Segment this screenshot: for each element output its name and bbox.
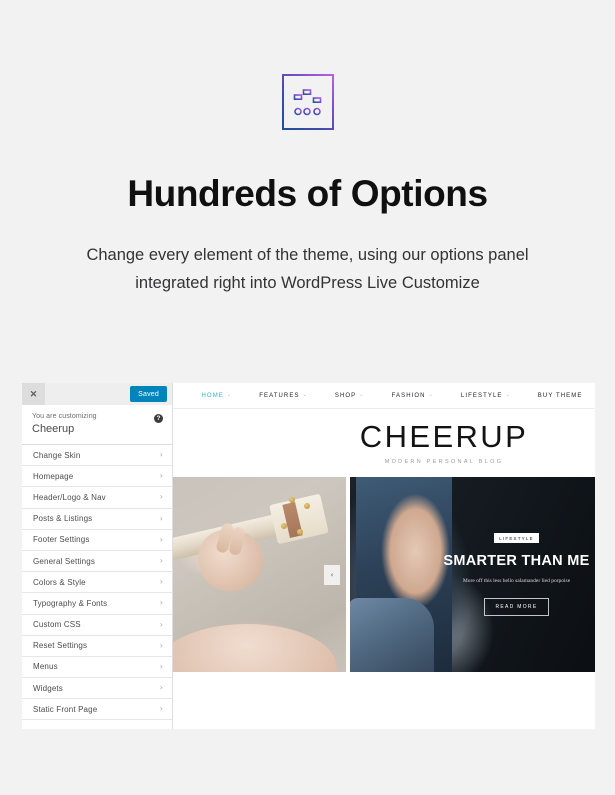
customizer-topbar: ✕ Saved xyxy=(22,383,172,405)
sidebar-item-label: Typography & Fonts xyxy=(33,598,108,608)
nav-item-label: HOME xyxy=(201,392,224,399)
ukulele-peg-shape xyxy=(297,529,303,535)
card-headline: SMARTER THAN ME xyxy=(443,553,590,569)
nav-item-shop[interactable]: SHOP ⌄ xyxy=(335,393,365,399)
customizer-sidebar: ✕ Saved You are customizing Cheerup ? Ch… xyxy=(22,383,173,729)
sidebar-item-colors-style[interactable]: Colors & Style › xyxy=(22,572,172,594)
denim-shape xyxy=(350,598,434,672)
hero-subtitle: Change every element of the theme, using… xyxy=(58,241,558,298)
sidebar-item-footer-settings[interactable]: Footer Settings › xyxy=(22,529,172,551)
sidebar-item-general-settings[interactable]: General Settings › xyxy=(22,550,172,573)
sidebar-item-label: Static Front Page xyxy=(33,704,98,714)
customizer-menu: Change Skin › Homepage › Header/Logo & N… xyxy=(22,445,172,729)
customizing-info: You are customizing Cheerup ? xyxy=(22,405,172,445)
chevron-right-icon: › xyxy=(159,704,163,714)
ukulele-peg-shape xyxy=(281,523,287,529)
chevron-right-icon: › xyxy=(159,598,163,608)
sidebar-item-label: Homepage xyxy=(33,471,74,481)
nav-item-home[interactable]: HOME ⌄ xyxy=(202,393,233,399)
nav-item-label: FEATURES xyxy=(259,392,300,399)
nav-item-label: BUY THEME xyxy=(537,392,583,399)
site-title: Cheerup xyxy=(32,423,75,435)
chevron-right-icon: › xyxy=(159,640,163,650)
nav-item-lifestyle[interactable]: LIFESTYLE ⌄ xyxy=(461,393,511,399)
close-icon[interactable]: ✕ xyxy=(22,383,45,405)
sidebar-item-label: Posts & Listings xyxy=(33,514,93,524)
sidebar-item-label: General Settings xyxy=(33,556,95,566)
chevron-down-icon: ⌄ xyxy=(505,392,511,398)
featured-card-left[interactable]: ‹ xyxy=(173,477,346,672)
hero-icon-wrapper xyxy=(0,74,615,130)
sidebar-item-change-skin[interactable]: Change Skin › xyxy=(22,445,172,467)
chevron-right-icon: › xyxy=(159,513,163,523)
chevron-down-icon: ⌄ xyxy=(428,392,434,398)
card-excerpt: More off this less hello salamander lied… xyxy=(462,578,571,584)
sidebar-item-label: Widgets xyxy=(33,683,63,693)
sidebar-item-label: Change Skin xyxy=(33,450,81,460)
arm-shape xyxy=(173,624,337,672)
sliders-options-icon-glyph xyxy=(293,88,321,116)
sidebar-item-static-front-page[interactable]: Static Front Page › xyxy=(22,699,172,721)
sidebar-item-reset-settings[interactable]: Reset Settings › xyxy=(22,635,172,657)
chevron-down-icon: ⌄ xyxy=(226,392,233,398)
sidebar-item-posts-listings[interactable]: Posts & Listings › xyxy=(22,508,172,530)
sidebar-item-label: Reset Settings xyxy=(33,641,88,651)
sidebar-item-typography-fonts[interactable]: Typography & Fonts › xyxy=(22,593,172,615)
theme-preview: HOME ⌄ FEATURES ⌄ SHOP ⌄ FASHION ⌄ LIFES… xyxy=(173,383,595,729)
ukulele-peg-shape xyxy=(304,503,310,509)
site-branding: CHEERUP MODERN PERSONAL BLOG xyxy=(173,409,595,477)
chevron-right-icon: › xyxy=(159,492,163,502)
site-tagline: MODERN PERSONAL BLOG xyxy=(384,459,504,465)
sidebar-item-custom-css[interactable]: Custom CSS › xyxy=(22,614,172,636)
sidebar-item-label: Menus xyxy=(33,662,58,672)
sidebar-item-label: Header/Logo & Nav xyxy=(33,492,106,502)
carousel-prev-button[interactable]: ‹ xyxy=(324,564,340,585)
sidebar-item-label: Colors & Style xyxy=(33,577,86,587)
chevron-right-icon: › xyxy=(159,683,163,693)
chevron-right-icon: › xyxy=(159,577,163,587)
nav-item-label: LIFESTYLE xyxy=(460,392,503,399)
hero-subtitle-line-2: integrated right into WordPress Live Cus… xyxy=(135,274,480,293)
nav-item-features[interactable]: FEATURES ⌄ xyxy=(259,393,308,399)
sliders-options-icon xyxy=(281,74,334,130)
hero-section: Hundreds of Options Change every element… xyxy=(0,0,615,297)
page-title: Hundreds of Options xyxy=(127,173,488,214)
preview-navbar: HOME ⌄ FEATURES ⌄ SHOP ⌄ FASHION ⌄ LIFES… xyxy=(173,383,595,409)
read-more-button[interactable]: READ MORE xyxy=(483,598,550,616)
chevron-right-icon: › xyxy=(159,556,163,566)
featured-card-right[interactable]: LIFESTYLE SMARTER THAN ME More off this … xyxy=(350,477,595,672)
chevron-right-icon: › xyxy=(159,619,163,629)
chevron-right-icon: › xyxy=(159,534,163,544)
nav-item-fashion[interactable]: FASHION ⌄ xyxy=(392,393,434,399)
featured-cards: ‹ LIFESTYLE SMARTER THAN ME More off thi… xyxy=(173,477,595,672)
save-button[interactable]: Saved xyxy=(130,386,167,402)
category-badge[interactable]: LIFESTYLE xyxy=(494,533,539,543)
customizing-label: You are customizing xyxy=(32,413,97,420)
chevron-down-icon: ⌄ xyxy=(359,392,365,398)
sidebar-item-header-logo-nav[interactable]: Header/Logo & Nav › xyxy=(22,487,172,509)
sidebar-item-label: Footer Settings xyxy=(33,535,90,545)
chevron-down-icon: ⌄ xyxy=(302,392,308,398)
sidebar-item-label: Custom CSS xyxy=(33,620,81,630)
chevron-right-icon: › xyxy=(159,450,163,460)
sidebar-item-menus[interactable]: Menus › xyxy=(22,656,172,679)
nav-item-label: FASHION xyxy=(391,392,426,399)
nav-item-label: SHOP xyxy=(334,392,357,399)
site-logo: CHEERUP xyxy=(359,419,529,454)
sidebar-item-widgets[interactable]: Widgets › xyxy=(22,678,172,700)
customizer-screenshot: ✕ Saved You are customizing Cheerup ? Ch… xyxy=(22,383,595,729)
nav-item-buy-theme[interactable]: BUY THEME xyxy=(538,393,583,399)
ukulele-peg-shape xyxy=(289,497,295,503)
chevron-right-icon: › xyxy=(159,471,163,481)
sidebar-item-homepage[interactable]: Homepage › xyxy=(22,466,172,488)
hero-subtitle-line-1: Change every element of the theme, using… xyxy=(86,245,529,264)
chevron-right-icon: › xyxy=(159,661,163,671)
help-icon[interactable]: ? xyxy=(154,414,163,423)
